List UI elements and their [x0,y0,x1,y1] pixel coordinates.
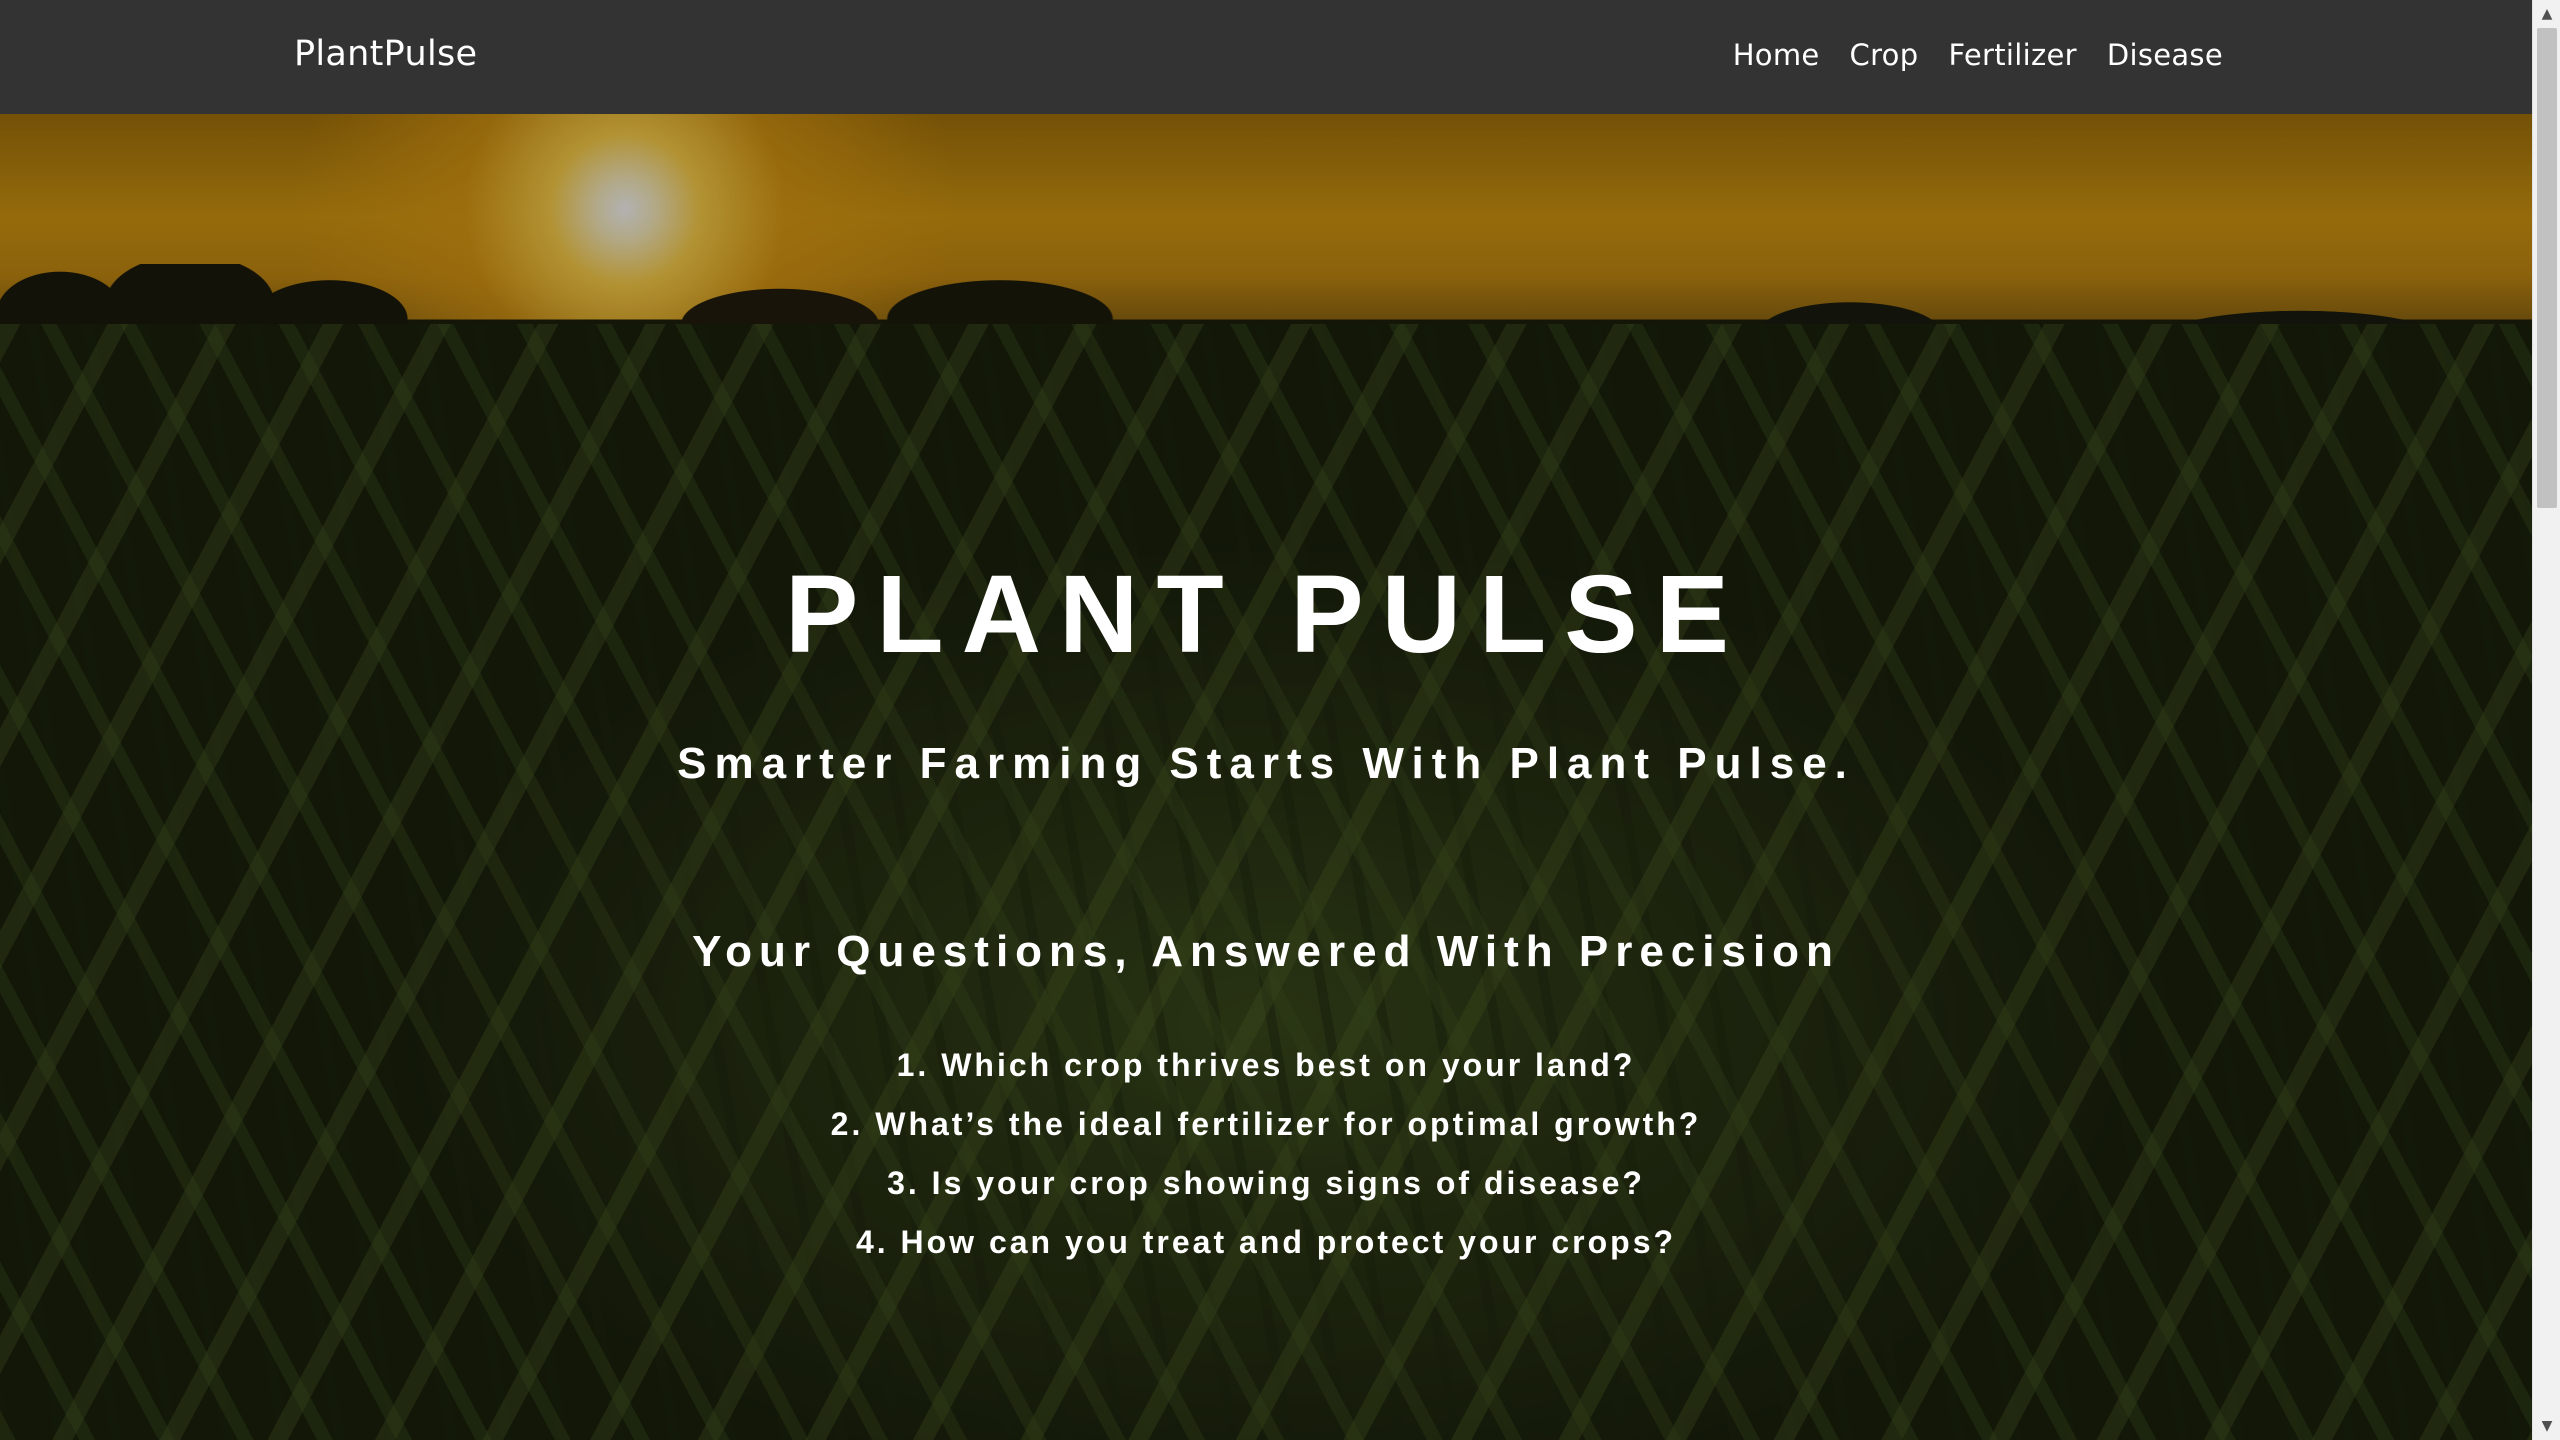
questions-heading: Your Questions, Answered With Precision [692,927,1840,976]
nav-link-crop[interactable]: Crop [1850,38,1919,72]
question-item: 4. How can you treat and protect your cr… [855,1224,1677,1260]
hero-content: PLANT PULSE Smarter Farming Starts With … [0,114,2532,1440]
vertical-scrollbar[interactable]: ▲ ▼ [2532,0,2560,1440]
scroll-up-arrow-icon[interactable]: ▲ [2533,2,2560,26]
nav-item-crop: Crop [1850,38,1919,72]
nav-link-home[interactable]: Home [1733,38,1820,72]
hero-section: PLANT PULSE Smarter Farming Starts With … [0,114,2532,1440]
nav-item-disease: Disease [2107,38,2223,72]
question-item: 3. Is your crop showing signs of disease… [887,1165,1645,1201]
nav-link-disease[interactable]: Disease [2107,38,2223,72]
hero-title: PLANT PULSE [785,553,1747,676]
page: PlantPulse Home Crop Fertilizer Disease … [0,0,2560,1440]
scrollbar-thumb[interactable] [2537,28,2557,508]
nav-links: Home Crop Fertilizer Disease [1733,38,2223,72]
question-item: 2. What’s the ideal fertilizer for optim… [830,1106,1702,1142]
scroll-down-arrow-icon[interactable]: ▼ [2533,1414,2560,1438]
nav-item-home: Home [1733,38,1820,72]
brand-logo-link[interactable]: PlantPulse [294,34,477,74]
navbar: PlantPulse Home Crop Fertilizer Disease [0,0,2532,114]
hero-subtitle: Smarter Farming Starts With Plant Pulse. [677,739,1855,788]
question-item: 1. Which crop thrives best on your land? [896,1047,1636,1083]
question-list: 1. Which crop thrives best on your land?… [0,1036,2532,1272]
nav-item-fertilizer: Fertilizer [1948,38,2076,72]
nav-link-fertilizer[interactable]: Fertilizer [1948,38,2076,72]
